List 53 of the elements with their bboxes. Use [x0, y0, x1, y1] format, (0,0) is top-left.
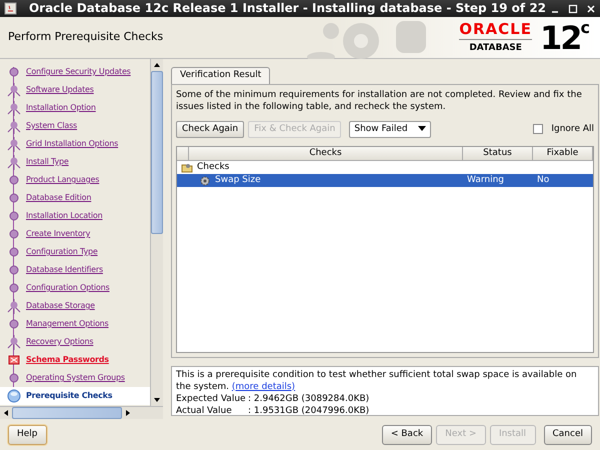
step-link[interactable]: Install Type	[26, 156, 69, 168]
instruction-text: Some of the minimum requirements for installation are not completed. Review and fix the issues listed in the following table, and recheck the system.	[176, 88, 583, 112]
value-text: : 1.9531GB (2047996.0KB)	[248, 404, 370, 416]
app-icon	[4, 2, 17, 15]
value-label: Expected Value	[176, 392, 247, 404]
ignore-all-checkbox[interactable]	[533, 124, 544, 134]
step-link[interactable]: Configuration Options	[26, 282, 110, 294]
step-link[interactable]: Product Languages	[26, 174, 100, 186]
logo-subtitle: DATABASE	[468, 44, 523, 54]
column-header[interactable]: Checks	[189, 147, 463, 160]
step-link[interactable]: Operating System Groups	[26, 372, 125, 384]
table-cell: No	[537, 174, 550, 185]
column-header[interactable]: Fixable	[533, 147, 593, 160]
step-link[interactable]: Database Edition	[26, 192, 92, 204]
description-text: This is a prerequisite condition to test whether sufficient total swap space is available on the system. (more details)	[176, 368, 578, 392]
window-title: Oracle Database 12c Release 1 Installer - Installing database - Step 19 of 22	[28, 0, 548, 17]
version-label: 12$^{c}$	[540, 22, 588, 54]
column-header[interactable]: Status	[463, 147, 533, 160]
caret-icon	[418, 126, 426, 132]
help-button[interactable]: Help	[8, 425, 47, 445]
back-button[interactable]: < Back	[382, 425, 432, 445]
step-link[interactable]: Software Updates	[26, 84, 94, 96]
step-link[interactable]: Management Options	[26, 318, 109, 330]
folder-icon	[181, 162, 193, 173]
step-link[interactable]: Grid Installation Options	[26, 138, 118, 150]
step-link[interactable]: Installation Location	[26, 210, 102, 222]
step-link[interactable]: System Class	[26, 120, 78, 132]
step-link[interactable]: Configure Security Updates	[26, 66, 131, 78]
value-label: Actual Value	[176, 404, 233, 416]
maximize-icon[interactable]	[568, 4, 578, 14]
vertical-scrollbar[interactable]	[150, 59, 163, 406]
tab[interactable]: Verification Result	[171, 67, 270, 84]
logo-text: ORACLE	[459, 22, 532, 40]
table-cell-text: Checks	[197, 160, 230, 174]
table-cell: Warning	[467, 174, 504, 185]
checkbox-label: Ignore All	[551, 122, 594, 136]
step-link[interactable]: Installation Option	[26, 102, 96, 114]
step-link[interactable]: Database Identifiers	[26, 264, 103, 276]
gear-icon	[199, 175, 211, 186]
table-cell-text: Swap Size	[215, 174, 261, 187]
value-text: : 2.9462GB (3089284.0KB)	[248, 392, 370, 404]
step-link[interactable]: Recovery Options	[26, 336, 94, 348]
step-link[interactable]: Configuration Type	[26, 246, 98, 258]
horizontal-scrollbar[interactable]	[0, 406, 163, 419]
page-title: Perform Prerequisite Checks	[8, 29, 164, 46]
step-link[interactable]: Database Storage	[26, 300, 95, 312]
close-icon[interactable]	[586, 4, 596, 14]
cancel-button[interactable]: Cancel	[544, 425, 592, 445]
check-again-button[interactable]: Check Again	[176, 120, 244, 138]
step-link[interactable]: Schema Passwords	[26, 354, 109, 366]
more-details-link[interactable]: (more details)	[232, 382, 296, 392]
step-link[interactable]: Create Inventory	[26, 228, 90, 240]
filter-dropdown[interactable]: Show Failed	[349, 120, 432, 138]
